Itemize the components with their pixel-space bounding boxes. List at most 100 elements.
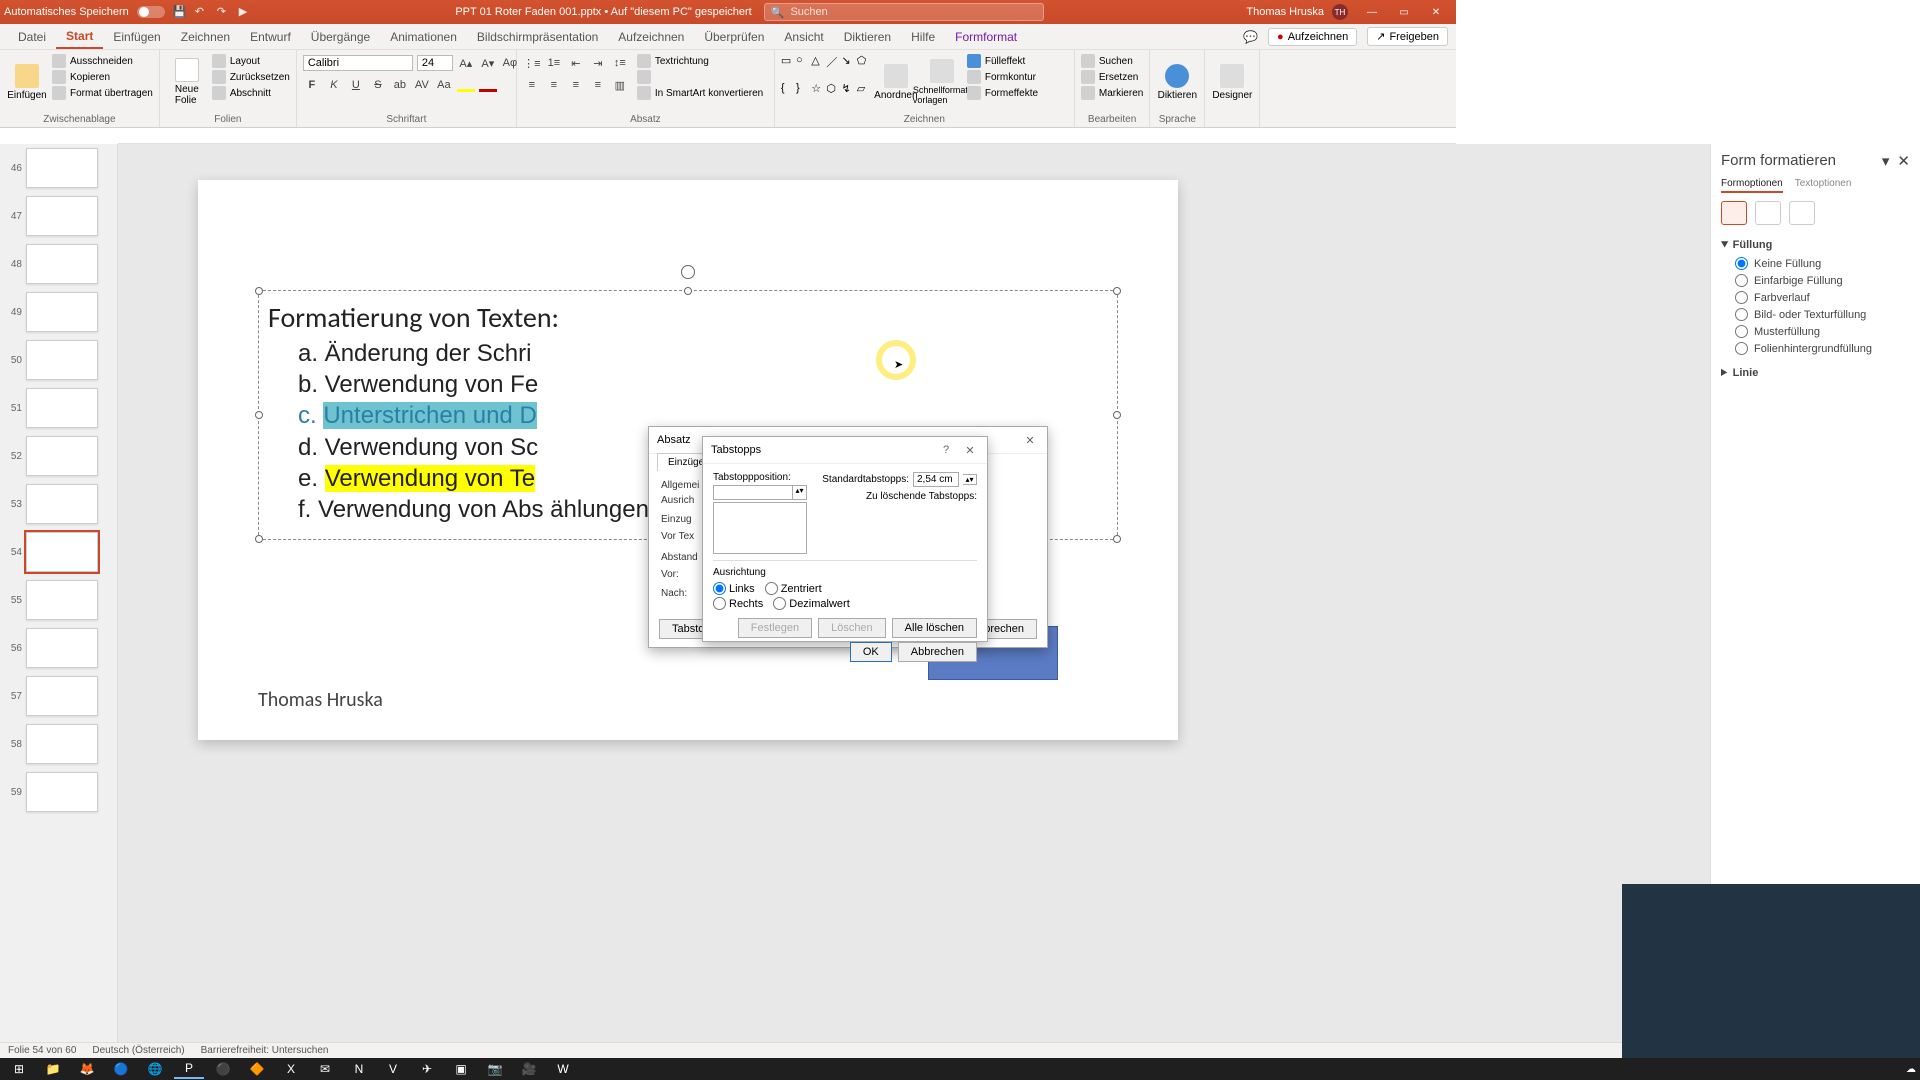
edge-icon[interactable]: 🌐 — [140, 1059, 170, 1079]
tab-pos-spinner[interactable]: ▴▾ — [793, 485, 807, 500]
tab-default-spinner[interactable]: ▴▾ — [963, 474, 977, 485]
vlc-icon[interactable]: 🔶 — [242, 1059, 272, 1079]
excel-icon[interactable]: X — [276, 1059, 306, 1079]
thumb-54[interactable]: 54 — [0, 528, 117, 576]
grow-font-icon[interactable]: A▴ — [457, 54, 475, 72]
tab-slideshow[interactable]: Bildschirmpräsentation — [467, 26, 608, 48]
user-name[interactable]: Thomas Hruska — [1246, 6, 1324, 18]
thumb-58[interactable]: 58 — [0, 720, 117, 768]
arrange-button[interactable]: Anordnen — [875, 54, 917, 110]
thumb-51[interactable]: 51 — [0, 384, 117, 432]
fp-opt-picture[interactable]: Bild- oder Texturfüllung — [1721, 306, 1910, 323]
resize-handle-w[interactable] — [255, 411, 263, 419]
text-direction-button[interactable]: Textrichtung — [637, 54, 763, 68]
fp-section-line[interactable]: Linie — [1721, 363, 1910, 383]
share-button[interactable]: ↗Freigeben — [1367, 27, 1448, 46]
tab-cancel-button[interactable]: Abbrechen — [898, 642, 977, 662]
undo-icon[interactable]: ↶ — [195, 5, 209, 19]
rotate-handle[interactable] — [681, 265, 695, 279]
tab-start[interactable]: Start — [56, 25, 103, 49]
outline-button[interactable]: Formkontur — [967, 70, 1038, 84]
fill-button[interactable]: Fülleffekt — [967, 54, 1038, 68]
replace-button[interactable]: Ersetzen — [1081, 70, 1143, 84]
fp-size-icon[interactable] — [1789, 201, 1815, 225]
effects-button[interactable]: Formeffekte — [967, 86, 1038, 100]
tab-clear-button[interactable]: Löschen — [818, 618, 886, 638]
align-text-button[interactable] — [637, 70, 763, 84]
smartart-button[interactable]: In SmartArt konvertieren — [637, 86, 763, 100]
tab-default-input[interactable] — [913, 472, 959, 487]
font-name[interactable] — [303, 55, 413, 71]
dialog-tabstops-help-icon[interactable]: ? — [937, 441, 955, 459]
fp-opt-nofill[interactable]: Keine Füllung — [1721, 255, 1910, 272]
maximize-icon[interactable]: ▭ — [1388, 0, 1420, 24]
telegram-icon[interactable]: ✈ — [412, 1059, 442, 1079]
thumb-48[interactable]: 48 — [0, 240, 117, 288]
camera-icon[interactable]: 📷 — [480, 1059, 510, 1079]
fp-tab-shape[interactable]: Formoptionen — [1721, 178, 1783, 193]
italic-icon[interactable]: K — [325, 76, 343, 94]
designer-button[interactable]: Designer — [1211, 54, 1253, 110]
tab-design[interactable]: Entwurf — [240, 26, 301, 48]
underline-icon[interactable]: U — [347, 76, 365, 94]
dialog-tabstops-close-icon[interactable]: ✕ — [961, 441, 979, 459]
linespacing-icon[interactable]: ↕≡ — [611, 54, 629, 72]
highlight-color-icon[interactable] — [457, 78, 475, 92]
dialog-absatz-close-icon[interactable]: ✕ — [1021, 431, 1039, 449]
thumb-46[interactable]: 46 — [0, 144, 117, 192]
align-right-icon[interactable]: ≡ — [567, 76, 585, 94]
slide-body-text[interactable]: a. Änderung der Schri b. Verwendung von … — [298, 338, 649, 525]
vscode-icon[interactable]: V — [378, 1059, 408, 1079]
radio-center[interactable]: Zentriert — [765, 582, 822, 595]
thumb-57[interactable]: 57 — [0, 672, 117, 720]
obs-icon[interactable]: ⚫ — [208, 1059, 238, 1079]
minimize-icon[interactable]: — — [1356, 0, 1388, 24]
resize-handle-e[interactable] — [1113, 411, 1121, 419]
resize-handle-sw[interactable] — [255, 535, 263, 543]
tab-animations[interactable]: Animationen — [380, 26, 467, 48]
resize-handle-se[interactable] — [1113, 535, 1121, 543]
tab-review[interactable]: Überprüfen — [694, 26, 774, 48]
format-pane-close-icon[interactable]: ✕ — [1897, 152, 1910, 170]
columns-icon[interactable]: ▥ — [611, 76, 629, 94]
fp-tab-text[interactable]: Textoptionen — [1795, 178, 1852, 193]
outdent-icon[interactable]: ⇤ — [567, 54, 585, 72]
thumb-47[interactable]: 47 — [0, 192, 117, 240]
numbering-icon[interactable]: 1≡ — [545, 54, 563, 72]
quick-styles-button[interactable]: Schnellformat- vorlagen — [921, 54, 963, 110]
fp-line-header[interactable]: Linie — [1721, 363, 1910, 383]
fp-effects-icon[interactable] — [1755, 201, 1781, 225]
firefox-icon[interactable]: 🦊 — [72, 1059, 102, 1079]
comments-icon[interactable]: 💬 — [1243, 30, 1258, 44]
bullets-icon[interactable]: ⋮≡ — [523, 54, 541, 72]
slideshow-icon[interactable]: ▶ — [239, 5, 253, 19]
zoom-icon[interactable]: 🎥 — [514, 1059, 544, 1079]
fp-fill-icon[interactable] — [1721, 201, 1747, 225]
search-box[interactable]: 🔍 — [764, 3, 1044, 21]
search-input[interactable] — [790, 6, 1036, 18]
copy-button[interactable]: Kopieren — [52, 70, 153, 84]
resize-handle-n[interactable] — [684, 287, 692, 295]
spacing-icon[interactable]: AV — [413, 76, 431, 94]
align-left-icon[interactable]: ≡ — [523, 76, 541, 94]
fp-fill-header[interactable]: Füllung — [1721, 235, 1910, 255]
tab-record[interactable]: Aufzeichnen — [608, 26, 694, 48]
fp-opt-slidebg[interactable]: Folienhintergrundfüllung — [1721, 340, 1910, 357]
thumb-55[interactable]: 55 — [0, 576, 117, 624]
explorer-icon[interactable]: 📁 — [38, 1059, 68, 1079]
tab-list[interactable] — [713, 502, 807, 554]
layout-button[interactable]: Layout — [212, 54, 290, 68]
tab-transitions[interactable]: Übergänge — [301, 26, 380, 48]
close-icon[interactable]: ✕ — [1420, 0, 1452, 24]
status-slide[interactable]: Folie 54 von 60 — [8, 1045, 76, 1056]
mail-icon[interactable]: ✉ — [310, 1059, 340, 1079]
onenote-icon[interactable]: N — [344, 1059, 374, 1079]
resize-handle-nw[interactable] — [255, 287, 263, 295]
user-avatar[interactable]: TH — [1332, 4, 1348, 20]
align-center-icon[interactable]: ≡ — [545, 76, 563, 94]
word-icon[interactable]: W — [548, 1059, 578, 1079]
shadow-icon[interactable]: ab — [391, 76, 409, 94]
tab-insert[interactable]: Einfügen — [103, 26, 170, 48]
tab-help[interactable]: Hilfe — [901, 26, 945, 48]
radio-right[interactable]: Rechts — [713, 597, 763, 610]
